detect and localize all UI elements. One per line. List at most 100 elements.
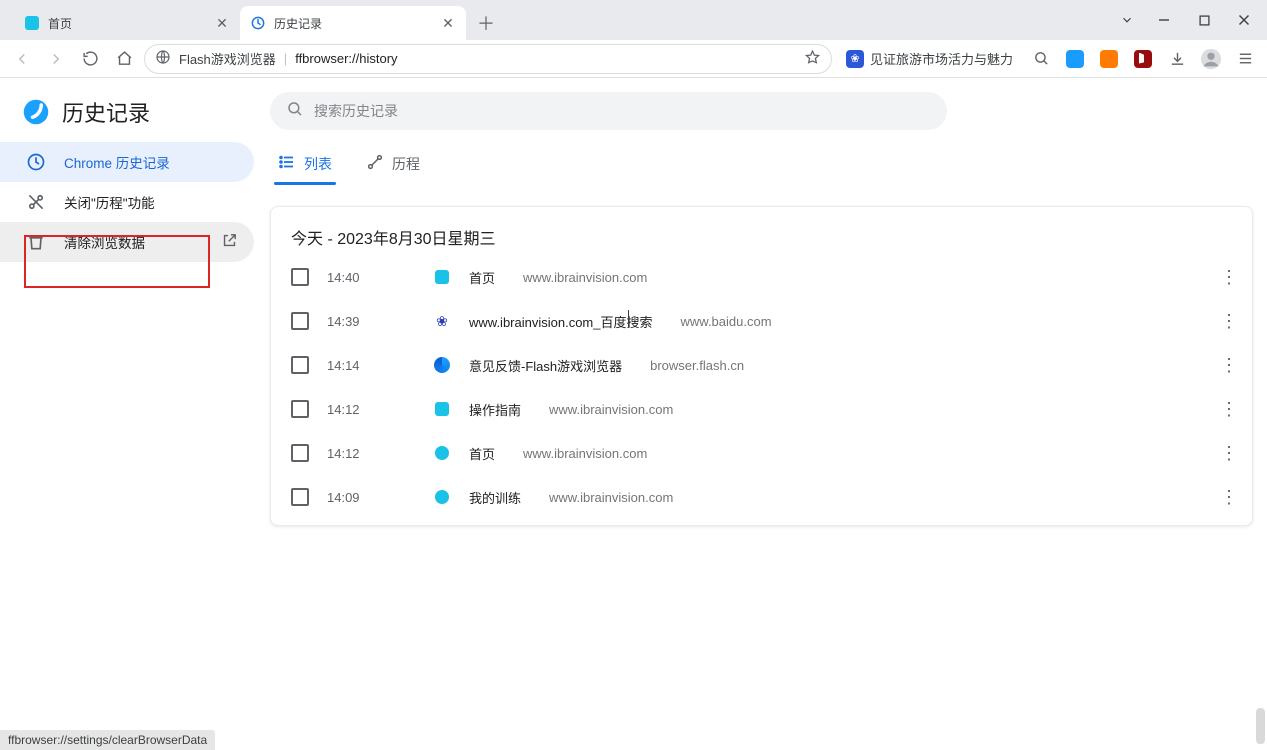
- row-url: browser.flash.cn: [650, 358, 744, 373]
- tab-label: 历程: [392, 154, 420, 174]
- tab-journey-view[interactable]: 历程: [364, 144, 422, 184]
- page-title: 历史记录: [62, 96, 150, 128]
- row-more-button[interactable]: ⋮: [1220, 355, 1238, 376]
- row-favicon: [433, 400, 451, 418]
- status-url: ffbrowser://settings/clearBrowserData: [8, 733, 207, 747]
- tab-title: 首页: [48, 15, 206, 32]
- menu-button[interactable]: [1231, 45, 1259, 73]
- browser-toolbar: Flash游戏浏览器 | ffbrowser://history ❀ 见证旅游市…: [0, 40, 1267, 78]
- sidebar-item-clear-data[interactable]: 清除浏览数据: [0, 222, 254, 262]
- row-title[interactable]: www.ibrainvision.com_百度搜索: [469, 312, 653, 331]
- home-button[interactable]: [110, 45, 138, 73]
- extension-icon-1[interactable]: [1061, 45, 1089, 73]
- sidebar-item-chrome-history[interactable]: Chrome 历史记录: [0, 142, 254, 182]
- list-icon: [278, 153, 296, 174]
- sidebar-item-label: 关闭"历程"功能: [64, 192, 155, 212]
- row-title[interactable]: 我的训练: [469, 488, 521, 507]
- row-time: 14:12: [327, 402, 415, 417]
- row-url: www.ibrainvision.com: [549, 490, 673, 505]
- history-search[interactable]: [270, 92, 947, 130]
- row-favicon: [433, 444, 451, 462]
- back-button[interactable]: [8, 45, 36, 73]
- profile-avatar-button[interactable]: [1197, 45, 1225, 73]
- close-icon[interactable]: ✕: [440, 15, 456, 31]
- trash-icon: [26, 232, 46, 252]
- row-time: 14:40: [327, 270, 415, 285]
- history-row[interactable]: 14:14意见反馈-Flash游戏浏览器browser.flash.cn⋮: [271, 343, 1252, 387]
- disable-journeys-icon: [26, 192, 46, 212]
- minimize-button[interactable]: [1145, 4, 1183, 36]
- history-row[interactable]: 14:12 首页 www.ibrainvision.com ⋮: [271, 431, 1252, 475]
- history-row[interactable]: 14:12 操作指南 www.ibrainvision.com ⋮: [271, 387, 1252, 431]
- row-title[interactable]: 意见反馈-Flash游戏浏览器: [469, 356, 622, 375]
- browser-tab-home[interactable]: 首页 ✕: [14, 6, 240, 40]
- row-url: www.baidu.com: [681, 314, 772, 329]
- row-url: www.ibrainvision.com: [523, 446, 647, 461]
- site-icon: [435, 270, 449, 284]
- row-title[interactable]: 首页: [469, 268, 495, 287]
- row-more-button[interactable]: ⋮: [1220, 267, 1238, 288]
- row-url: www.ibrainvision.com: [523, 270, 647, 285]
- row-title[interactable]: 操作指南: [469, 400, 521, 419]
- row-more-button[interactable]: ⋮: [1220, 399, 1238, 420]
- history-page: 历史记录 Chrome 历史记录 关闭"历程"功能 清除浏览数据: [0, 78, 1267, 750]
- sidebar-item-label: 清除浏览数据: [64, 232, 145, 252]
- tab-title: 历史记录: [274, 15, 432, 32]
- row-url: www.ibrainvision.com: [549, 402, 673, 417]
- open-external-icon: [221, 232, 238, 252]
- history-row[interactable]: 14:39❀www.ibrainvision.com_百度搜索www.baidu…: [271, 299, 1252, 343]
- forward-button[interactable]: [42, 45, 70, 73]
- row-time: 14:09: [327, 490, 415, 505]
- new-tab-button[interactable]: ＋: [472, 9, 500, 37]
- flash-icon[interactable]: [1129, 45, 1157, 73]
- history-row[interactable]: 14:40 首页 www.ibrainvision.com ⋮: [271, 255, 1252, 299]
- sidebar: Chrome 历史记录 关闭"历程"功能 清除浏览数据: [0, 138, 270, 262]
- tab-favicon: [24, 15, 40, 31]
- reload-button[interactable]: [76, 45, 104, 73]
- close-icon[interactable]: ✕: [214, 15, 230, 31]
- bookmark-star-icon[interactable]: [804, 49, 821, 69]
- row-favicon: ❀: [433, 312, 451, 330]
- tab-list-button[interactable]: [1111, 4, 1143, 36]
- history-icon: [250, 15, 266, 31]
- row-checkbox[interactable]: [291, 444, 309, 462]
- downloads-button[interactable]: [1163, 45, 1191, 73]
- row-favicon: [433, 268, 451, 286]
- row-checkbox[interactable]: [291, 488, 309, 506]
- history-date-heading: 今天 - 2023年8月30日星期三: [271, 225, 1252, 255]
- scrollbar-handle[interactable]: [1256, 708, 1265, 744]
- browser-tab-history[interactable]: 历史记录 ✕: [240, 6, 466, 40]
- extension-icon-2[interactable]: [1095, 45, 1123, 73]
- row-checkbox[interactable]: [291, 356, 309, 374]
- row-favicon: [433, 488, 451, 506]
- address-url: ffbrowser://history: [295, 51, 796, 66]
- tab-label: 列表: [304, 154, 332, 174]
- site-icon: [435, 446, 449, 460]
- row-checkbox[interactable]: [291, 400, 309, 418]
- row-more-button[interactable]: ⋮: [1220, 443, 1238, 464]
- tab-list-view[interactable]: 列表: [276, 144, 334, 184]
- address-brand: Flash游戏浏览器: [179, 49, 276, 68]
- history-main: 列表 历程 今天 - 2023年8月30日星期三 14:40 首页 www.ibra…: [270, 78, 1267, 750]
- close-window-button[interactable]: [1225, 4, 1263, 36]
- app-logo-icon: [22, 98, 50, 126]
- row-title[interactable]: 首页: [469, 444, 495, 463]
- history-search-input[interactable]: [314, 103, 931, 119]
- row-time: 14:12: [327, 446, 415, 461]
- titlebar: 首页 ✕ 历史记录 ✕ ＋: [0, 0, 1267, 40]
- row-favicon: [433, 356, 451, 374]
- history-row[interactable]: 14:09 我的训练 www.ibrainvision.com ⋮: [271, 475, 1252, 519]
- page-header: 历史记录: [0, 78, 270, 138]
- search-button[interactable]: [1027, 45, 1055, 73]
- bookmark-chip[interactable]: ❀ 见证旅游市场活力与魅力: [838, 44, 1021, 74]
- clock-icon: [26, 152, 46, 172]
- status-bar: ffbrowser://settings/clearBrowserData: [0, 730, 215, 750]
- address-bar[interactable]: Flash游戏浏览器 | ffbrowser://history: [144, 44, 832, 74]
- row-more-button[interactable]: ⋮: [1220, 487, 1238, 508]
- row-more-button[interactable]: ⋮: [1220, 311, 1238, 332]
- sidebar-item-disable-journeys[interactable]: 关闭"历程"功能: [0, 182, 254, 222]
- row-checkbox[interactable]: [291, 268, 309, 286]
- row-checkbox[interactable]: [291, 312, 309, 330]
- maximize-button[interactable]: [1185, 4, 1223, 36]
- history-card: 今天 - 2023年8月30日星期三 14:40 首页 www.ibrainvisi…: [270, 206, 1253, 526]
